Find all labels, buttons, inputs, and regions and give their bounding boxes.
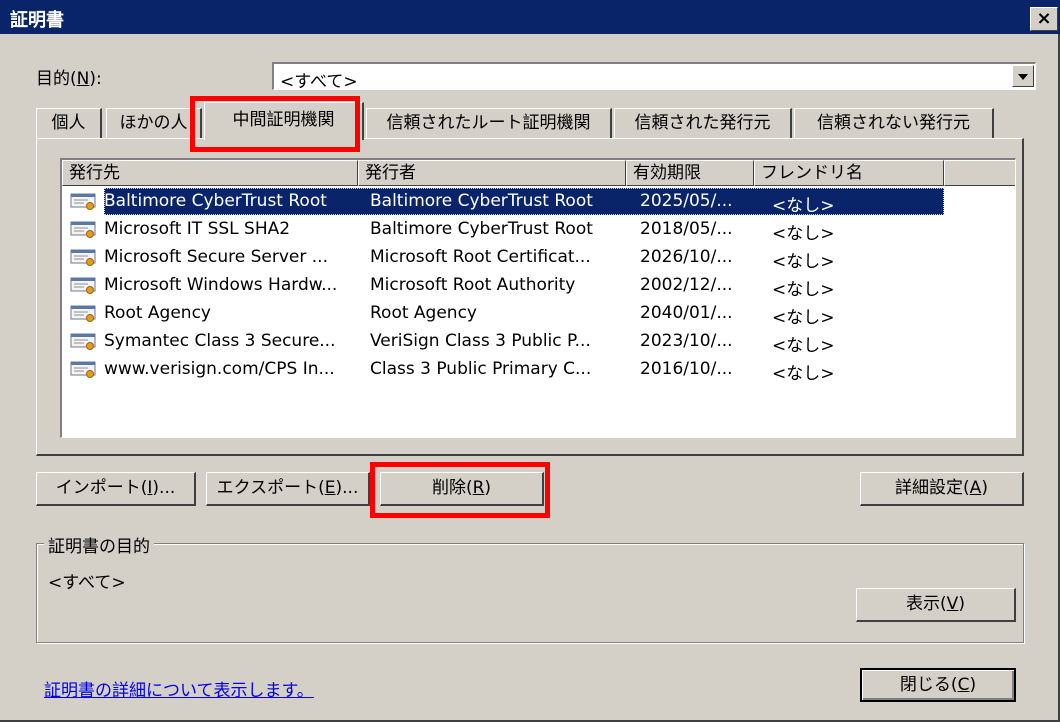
purpose-dropdown-value: <すべて>	[280, 72, 358, 92]
chevron-down-icon[interactable]	[1012, 65, 1034, 87]
certificate-icon	[70, 277, 98, 295]
cell-friendly: <なし>	[772, 364, 835, 384]
cell-issued-by: Baltimore CyberTrust Root	[370, 191, 593, 211]
view-button[interactable]: 表示(V)	[856, 588, 1016, 622]
cell-issued-to: Root Agency	[104, 303, 211, 323]
purpose-group-title: 証明書の目的	[44, 532, 154, 557]
close-button[interactable]: 閉じる(C)	[860, 668, 1016, 702]
cell-expires: 2018/05/...	[640, 219, 733, 239]
list-item[interactable]: Symantec Class 3 Secure... VeriSign Class…	[64, 328, 944, 356]
certificate-icon	[70, 193, 98, 211]
certificate-list[interactable]: 発行先 発行者 有効期限 フレンドリ名 Baltimore CyberTrust…	[60, 158, 1016, 438]
certificate-icon	[70, 305, 98, 323]
close-window-button[interactable]: ×	[1030, 7, 1058, 31]
tab-trusted-publishers[interactable]: 信頼された発行元	[614, 108, 792, 138]
cell-friendly: <なし>	[772, 336, 835, 356]
cell-friendly: <なし>	[772, 252, 835, 272]
certificate-icon	[70, 221, 98, 239]
tab-untrusted-publishers[interactable]: 信頼されない発行元	[794, 108, 994, 138]
title-bar: 証明書 ×	[0, 0, 1060, 34]
list-item[interactable]: Microsoft Secure Server ... Microsoft Roo…	[64, 244, 944, 272]
cell-friendly: <なし>	[772, 280, 835, 300]
highlight-box-intermediate-tab	[190, 96, 360, 152]
purpose-group-value: <すべて>	[48, 573, 126, 593]
cell-friendly: <なし>	[772, 196, 835, 216]
export-button[interactable]: エクスポート(E)...	[206, 472, 370, 506]
column-header-filler	[944, 160, 1015, 186]
cell-friendly: <なし>	[772, 308, 835, 328]
purpose-label: 目的(N):	[36, 69, 102, 89]
cell-expires: 2026/10/...	[640, 247, 733, 267]
purpose-dropdown[interactable]: <すべて>	[272, 62, 1036, 92]
list-item[interactable]: Baltimore CyberTrust Root Baltimore Cyber…	[64, 188, 944, 216]
column-header-issued-to[interactable]: 発行先	[62, 160, 358, 186]
cell-issued-by: Microsoft Root Authority	[370, 275, 576, 295]
tab-personal[interactable]: 個人	[36, 108, 102, 138]
import-button[interactable]: インポート(I)...	[36, 472, 196, 506]
cell-issued-to: www.verisign.com/CPS In...	[104, 359, 335, 379]
cell-issued-by: Root Agency	[370, 303, 477, 323]
tab-other-people[interactable]: ほかの人	[106, 108, 202, 138]
highlight-box-delete-button	[370, 462, 550, 518]
cell-issued-to: Microsoft IT SSL SHA2	[104, 219, 291, 239]
certificate-icon	[70, 361, 98, 379]
column-header-issued-by[interactable]: 発行者	[358, 160, 626, 186]
cell-issued-to: Microsoft Secure Server ...	[104, 247, 328, 267]
cell-issued-by: Microsoft Root Certificat...	[370, 247, 591, 267]
certificate-icon	[70, 333, 98, 351]
list-item[interactable]: Microsoft IT SSL SHA2 Baltimore CyberTrus…	[64, 216, 944, 244]
list-header: 発行先 発行者 有効期限 フレンドリ名	[62, 160, 1015, 186]
certificate-details-link[interactable]: 証明書の詳細について表示します。	[44, 676, 314, 701]
cell-expires: 2023/10/...	[640, 331, 733, 351]
cell-friendly: <なし>	[772, 224, 835, 244]
certificate-icon	[70, 249, 98, 267]
column-header-expiration[interactable]: 有効期限	[626, 160, 754, 186]
cell-expires: 2025/05/...	[640, 191, 733, 211]
advanced-button[interactable]: 詳細設定(A)	[860, 472, 1024, 506]
list-item[interactable]: www.verisign.com/CPS In... Class 3 Public…	[64, 356, 944, 384]
tab-trusted-root-ca[interactable]: 信頼されたルート証明機関	[366, 108, 612, 138]
certificate-dialog: 証明書 × 目的(N): <すべて> 個人 ほかの人 中間証明機関 信頼されたル…	[0, 0, 1060, 722]
column-header-friendly-name[interactable]: フレンドリ名	[754, 160, 944, 186]
cell-issued-to: Symantec Class 3 Secure...	[104, 331, 336, 351]
list-item[interactable]: Root Agency Root Agency 2040/01/... <なし>	[64, 300, 944, 328]
window-title: 証明書	[10, 10, 64, 31]
list-item[interactable]: Microsoft Windows Hardw... Microsoft Root…	[64, 272, 944, 300]
cell-issued-to: Baltimore CyberTrust Root	[104, 191, 327, 211]
cell-issued-by: Class 3 Public Primary C...	[370, 359, 592, 379]
cell-issued-by: VeriSign Class 3 Public P...	[370, 331, 591, 351]
cell-expires: 2002/12/...	[640, 275, 733, 295]
cell-expires: 2016/10/...	[640, 359, 733, 379]
cell-issued-by: Baltimore CyberTrust Root	[370, 219, 593, 239]
cell-issued-to: Microsoft Windows Hardw...	[104, 275, 338, 295]
cell-expires: 2040/01/...	[640, 303, 733, 323]
